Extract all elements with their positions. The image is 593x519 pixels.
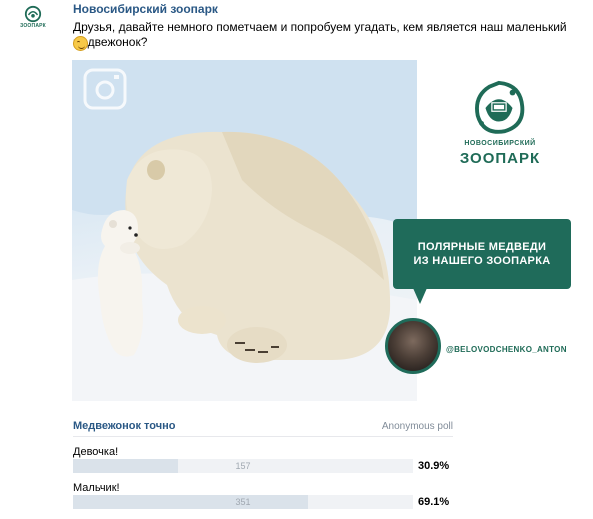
polar-bears-illustration [72, 60, 417, 401]
poll-option-label: Девочка! [73, 446, 119, 458]
poll-option-percent: 69.1% [418, 496, 450, 508]
post-author-link[interactable]: Новосибирский зоопарк [73, 2, 218, 16]
logo-caption-large: ЗООПАРК [459, 150, 541, 167]
bubble-tail [413, 288, 427, 304]
poll-option-count: 351 [235, 497, 251, 507]
logo-caption-small: НОВОСИБИРСКИЙ [464, 140, 536, 147]
caption-bubble: ПОЛЯРНЫЕ МЕДВЕДИ ИЗ НАШЕГО ЗООПАРКА [393, 219, 571, 289]
zoo-logo-icon [24, 5, 42, 23]
post-text: Друзья, давайте немного пометчаем и попр… [73, 20, 567, 49]
poll-divider [73, 436, 453, 437]
group-avatar[interactable]: ЗООПАРК [13, 5, 53, 45]
post-photo[interactable] [72, 60, 417, 401]
poll-option-percent: 30.9% [418, 460, 450, 472]
bubble-line-2: ИЗ НАШЕГО ЗООПАРКА [413, 255, 551, 267]
poll-option-count: 157 [235, 461, 251, 471]
photographer-avatar [385, 318, 441, 374]
bubble-line-1: ПОЛЯРНЫЕ МЕДВЕДИ [417, 241, 547, 253]
wink-emoji-icon [73, 36, 88, 51]
poll-option-bar[interactable]: 157 [73, 459, 413, 473]
poll-option-label: Мальчик! [73, 482, 120, 494]
poll-option-bar[interactable]: 351 [73, 495, 413, 509]
poll-type: Anonymous poll [381, 421, 453, 432]
photographer-handle: @BELOVODCHENKO_ANTON [446, 345, 567, 354]
novosibirsk-zoo-logo-icon [475, 80, 525, 134]
avatar-caption: ЗООПАРК [20, 23, 46, 29]
poll-title: Медвежонок точно [73, 420, 176, 432]
